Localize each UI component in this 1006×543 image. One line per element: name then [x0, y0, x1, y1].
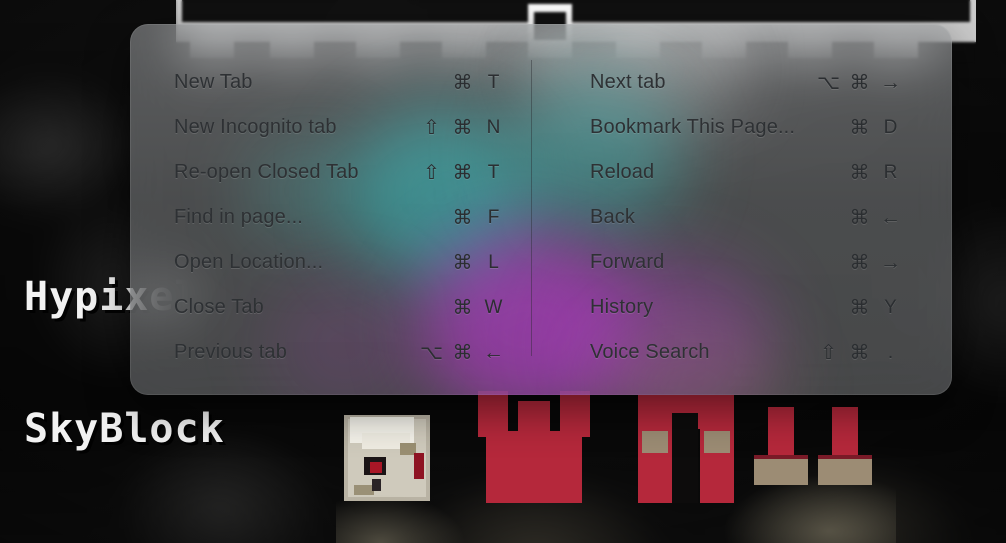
shortcut-key: L	[488, 251, 499, 273]
shortcut-key: T	[487, 71, 500, 93]
shortcuts-overlay-panel: New Tab ⌘ T New Incognito tab ⇧ ⌘ N Re-open Clo…	[130, 24, 952, 395]
shortcut-row[interactable]: Re-open Closed Tab ⇧ ⌘ T	[130, 150, 541, 195]
shortcut-keys: ⇧ ⌘ T	[416, 160, 509, 185]
arrow-right-icon: →	[880, 250, 901, 274]
shortcut-label: Open Location...	[174, 251, 324, 273]
arrow-left-icon: ←	[483, 340, 504, 364]
armor-sprites	[336, 391, 896, 543]
game-title-line-2: SkyBlock	[24, 406, 225, 452]
command-key-icon: ⌘	[849, 252, 870, 274]
shortcut-keys: ⌘ Y	[813, 295, 906, 320]
shift-key-icon: ⇧	[820, 342, 837, 364]
shortcut-row[interactable]: History ⌘ Y	[541, 285, 952, 330]
shortcut-keys: ⌥ ⌘ →	[813, 70, 906, 95]
command-key-icon: ⌘	[849, 207, 870, 229]
shortcut-label: Next tab	[590, 71, 666, 93]
shortcut-column-left: New Tab ⌘ T New Incognito tab ⇧ ⌘ N Re-open Clo…	[130, 24, 541, 395]
shortcut-keys: ⌘ T	[416, 70, 509, 95]
shortcut-row[interactable]: Reload ⌘ R	[541, 150, 952, 195]
shortcut-keys: ⌘ F	[416, 205, 509, 230]
shortcut-key: Y	[884, 296, 897, 318]
shortcut-keys: ⌘ →	[813, 250, 906, 275]
shortcut-label: Back	[590, 206, 636, 228]
shortcut-row[interactable]: Find in page... ⌘ F	[130, 195, 541, 240]
command-key-icon: ⌘	[452, 342, 473, 364]
shortcut-column-right: Next tab ⌥ ⌘ → Bookmark This Page... ⌘ D Reload…	[541, 24, 952, 395]
command-key-icon: ⌘	[452, 297, 473, 319]
shortcut-label: Previous tab	[174, 341, 287, 363]
command-key-icon: ⌘	[452, 207, 473, 229]
shortcut-label: New Tab	[174, 71, 253, 93]
shortcut-label: History	[590, 296, 654, 318]
command-key-icon: ⌘	[452, 162, 473, 184]
shortcut-row[interactable]: New Incognito tab ⇧ ⌘ N	[130, 105, 541, 150]
shortcut-row[interactable]: Voice Search ⇧ ⌘.	[541, 330, 952, 375]
command-key-icon: ⌘	[849, 162, 870, 184]
option-key-icon: ⌥	[419, 342, 444, 364]
shortcut-key: F	[487, 206, 500, 228]
shortcut-label: Close Tab	[174, 296, 264, 318]
shortcut-keys: ⌘ ←	[813, 205, 906, 230]
shortcut-key: W	[484, 296, 503, 318]
red-leggings-sprite	[636, 395, 736, 503]
command-key-icon: ⌘	[452, 252, 473, 274]
command-key-icon: ⌘	[849, 117, 870, 139]
shortcut-keys: ⌘ R	[813, 160, 906, 185]
red-chestplate-sprite	[478, 391, 590, 503]
command-key-icon: ⌘	[452, 117, 473, 139]
shortcut-key: N	[486, 116, 501, 138]
shortcut-keys: ⌘ L	[416, 250, 509, 275]
screen: Hypixel SkyBlock New Tab ⌘ T New Incognito …	[0, 0, 1006, 543]
arrow-right-icon: →	[880, 70, 901, 94]
shortcut-label: Voice Search	[590, 341, 710, 363]
command-key-icon: ⌘	[849, 72, 870, 94]
shortcut-row[interactable]: New Tab ⌘ T	[130, 60, 541, 105]
arrow-left-icon: ←	[880, 205, 901, 229]
shift-key-icon: ⇧	[423, 117, 440, 139]
shortcut-row[interactable]: Open Location... ⌘ L	[130, 240, 541, 285]
shortcut-label: Re-open Closed Tab	[174, 161, 359, 183]
shortcut-keys: ⇧ ⌘ N	[416, 115, 509, 140]
shortcut-keys: ⌘ D	[813, 115, 906, 140]
shortcut-keys: ⌥ ⌘ ←	[416, 340, 509, 365]
skull-helmet-sprite	[344, 415, 430, 501]
shortcut-columns: New Tab ⌘ T New Incognito tab ⇧ ⌘ N Re-open Clo…	[130, 24, 952, 395]
command-key-icon: ⌘	[452, 72, 473, 94]
shortcut-key: R	[883, 161, 898, 183]
shortcut-row[interactable]: Next tab ⌥ ⌘ →	[541, 60, 952, 105]
shortcut-row[interactable]: Forward ⌘ →	[541, 240, 952, 285]
shortcut-key: D	[883, 116, 898, 138]
shortcut-key: .	[887, 341, 894, 363]
shortcut-label: Find in page...	[174, 206, 303, 228]
shortcut-row[interactable]: Close Tab ⌘ W	[130, 285, 541, 330]
shortcut-label: New Incognito tab	[174, 116, 337, 138]
shortcut-label: Bookmark This Page...	[590, 116, 796, 138]
shortcut-row[interactable]: Previous tab ⌥ ⌘ ←	[130, 330, 541, 375]
shortcut-label: Forward	[590, 251, 665, 273]
shortcut-label: Reload	[590, 161, 655, 183]
red-boots-sprite	[752, 407, 874, 503]
shortcut-keys: ⌘ W	[416, 295, 509, 320]
command-key-icon: ⌘	[849, 297, 870, 319]
option-key-icon: ⌥	[816, 72, 841, 94]
hotbar-frame-inner	[182, 0, 970, 22]
shortcut-key: T	[487, 161, 500, 183]
shortcut-keys: ⇧ ⌘.	[813, 340, 906, 365]
shortcut-row[interactable]: Bookmark This Page... ⌘ D	[541, 105, 952, 150]
shift-key-icon: ⇧	[423, 162, 440, 184]
command-key-icon: ⌘	[849, 342, 870, 364]
shortcut-row[interactable]: Back ⌘ ←	[541, 195, 952, 240]
